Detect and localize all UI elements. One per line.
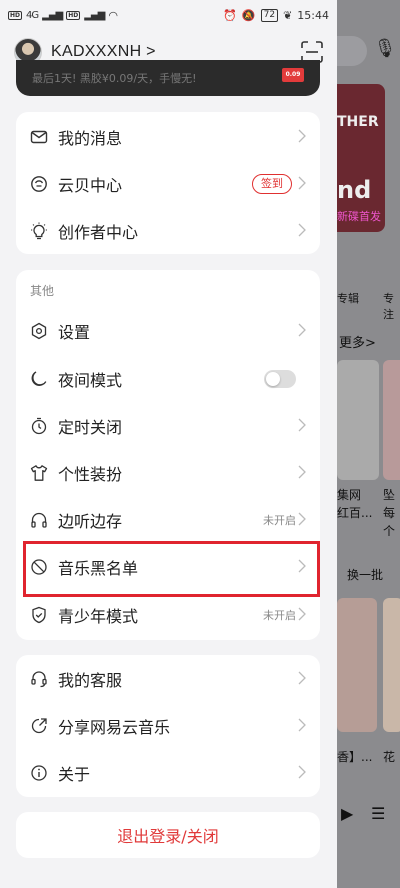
background-banner: THER nd 新碟首发 <box>337 84 385 232</box>
background-search-bar <box>337 36 367 66</box>
headset-icon <box>30 670 48 688</box>
menu-item-night-mode[interactable]: 夜间模式 <box>16 356 320 402</box>
banner-sub: 新碟首发 <box>337 210 381 223</box>
menu-item-creator-center[interactable]: 创作者中心 <box>16 208 320 254</box>
mail-icon <box>30 128 48 146</box>
gear-icon <box>30 322 48 340</box>
coin-icon <box>30 175 48 193</box>
background-nav: ▶ ☰ <box>337 800 400 830</box>
share-icon <box>30 717 48 735</box>
menu-item-label: 夜间模式 <box>58 371 123 390</box>
checkin-badge[interactable]: 签到 <box>252 174 292 194</box>
status-bar: HD 4G ▂▄▆ HD ▂▄▆ ◠ ⏰ 🔕 72 ❦ 15:44 <box>0 0 337 30</box>
chevron-right-icon <box>298 223 306 237</box>
menu-item-label: 定时关闭 <box>58 418 123 437</box>
username[interactable]: KADXXXNH > <box>51 43 156 61</box>
background-category-album: 专辑 <box>337 292 359 305</box>
chevron-right-icon <box>298 512 306 526</box>
microphone-icon: 🎙 <box>373 38 397 59</box>
account-menu-card: 我的消息 云贝中心 签到 创作者中心 <box>16 112 320 254</box>
status-text: 未开启 <box>263 609 296 622</box>
shield-icon <box>30 606 48 624</box>
chevron-right-icon <box>298 176 306 190</box>
chevron-right-icon <box>298 718 306 732</box>
tshirt-icon <box>30 464 48 482</box>
alarm-icon: ⏰ <box>223 8 237 22</box>
menu-item-label: 我的消息 <box>58 129 123 148</box>
menu-item-label: 创作者中心 <box>58 223 139 242</box>
background-card-1 <box>337 360 379 480</box>
night-mode-toggle[interactable] <box>264 370 296 388</box>
moon-icon <box>30 370 48 388</box>
signal-icon: 4G <box>26 9 39 21</box>
background-refresh-link: 换一批 <box>347 568 384 582</box>
menu-item-label: 个性装扮 <box>58 465 123 484</box>
menu-item-label: 我的客服 <box>58 671 123 690</box>
mute-icon: 🔕 <box>241 8 256 22</box>
chevron-right-icon <box>298 607 306 621</box>
hd-icon: HD <box>8 10 23 20</box>
menu-item-listen-and-save[interactable]: 边听边存 未开启 <box>16 497 320 543</box>
info-icon <box>30 764 48 782</box>
chevron-right-icon <box>298 323 306 337</box>
background-caption-2: 坠每个 <box>383 488 396 538</box>
status-text: 未开启 <box>263 514 296 527</box>
timer-icon <box>30 417 48 435</box>
service-menu-card: 我的客服 分享网易云音乐 关于 <box>16 655 320 797</box>
lightbulb-icon <box>30 222 48 240</box>
chevron-right-icon <box>298 465 306 479</box>
hd-icon-2: HD <box>66 10 81 20</box>
background-caption-4: 花 <box>383 750 396 764</box>
chevron-right-icon <box>298 671 306 685</box>
highlight-box <box>23 541 320 597</box>
menu-item-about[interactable]: 关于 <box>16 750 320 796</box>
banner-word: THER <box>337 114 379 130</box>
vip-promo-banner[interactable]: 最后1天! 黑胶¥0.09/天，手慢无! 0.09 <box>16 60 320 96</box>
menu-item-settings[interactable]: 设置 <box>16 308 320 354</box>
background-card-4 <box>383 598 400 732</box>
menu-item-sleep-timer[interactable]: 定时关闭 <box>16 403 320 449</box>
wifi-icon: ◠ <box>108 8 118 22</box>
logout-button[interactable]: 退出登录/关闭 <box>16 812 320 858</box>
section-title-other: 其他 <box>30 284 55 298</box>
vip-promo-text: 最后1天! 黑胶¥0.09/天，手慢无! <box>32 72 197 85</box>
menu-item-label: 分享网易云音乐 <box>58 718 171 737</box>
menu-item-themes[interactable]: 个性装扮 <box>16 450 320 496</box>
vip-badge: 0.09 <box>282 68 304 82</box>
chevron-right-icon <box>298 765 306 779</box>
headphones-icon <box>30 511 48 529</box>
banner-big: nd <box>337 176 372 204</box>
background-card-2 <box>383 360 400 480</box>
menu-item-label: 设置 <box>58 323 91 342</box>
clock-time: 15:44 <box>297 8 329 22</box>
menu-item-teen-mode[interactable]: 青少年模式 未开启 <box>16 592 320 638</box>
menu-item-label: 关于 <box>58 765 91 784</box>
menu-item-label: 青少年模式 <box>58 607 139 626</box>
menu-item-my-messages[interactable]: 我的消息 <box>16 114 320 160</box>
background-caption-3: 香】... <box>337 750 373 764</box>
signal-bars-icon-2: ▂▄▆ <box>84 9 105 21</box>
background-caption-1: 集网 红百... <box>337 488 373 520</box>
menu-item-label: 边听边存 <box>58 512 123 531</box>
menu-item-label: 云贝中心 <box>58 176 123 195</box>
background-page-overlay[interactable]: 🎙 THER nd 新碟首发 专辑 专注 更多> 集网 红百... 坠每个 换一批… <box>337 0 400 888</box>
background-play-icon: ▶ <box>341 804 354 823</box>
background-category-focus: 专注 <box>383 292 394 321</box>
chevron-right-icon <box>298 418 306 432</box>
menu-item-yunbei-center[interactable]: 云贝中心 签到 <box>16 161 320 207</box>
menu-item-share-app[interactable]: 分享网易云音乐 <box>16 703 320 749</box>
logout-card: 退出登录/关闭 <box>16 812 320 858</box>
chevron-right-icon <box>298 129 306 143</box>
background-list-icon: ☰ <box>371 804 386 823</box>
background-card-3 <box>337 598 377 732</box>
battery-icon: 72 <box>260 8 279 22</box>
menu-item-customer-service[interactable]: 我的客服 <box>16 656 320 702</box>
leaf-icon: ❦ <box>283 8 293 22</box>
background-more-link: 更多> <box>339 336 376 351</box>
signal-bars-icon: ▂▄▆ <box>42 9 63 21</box>
